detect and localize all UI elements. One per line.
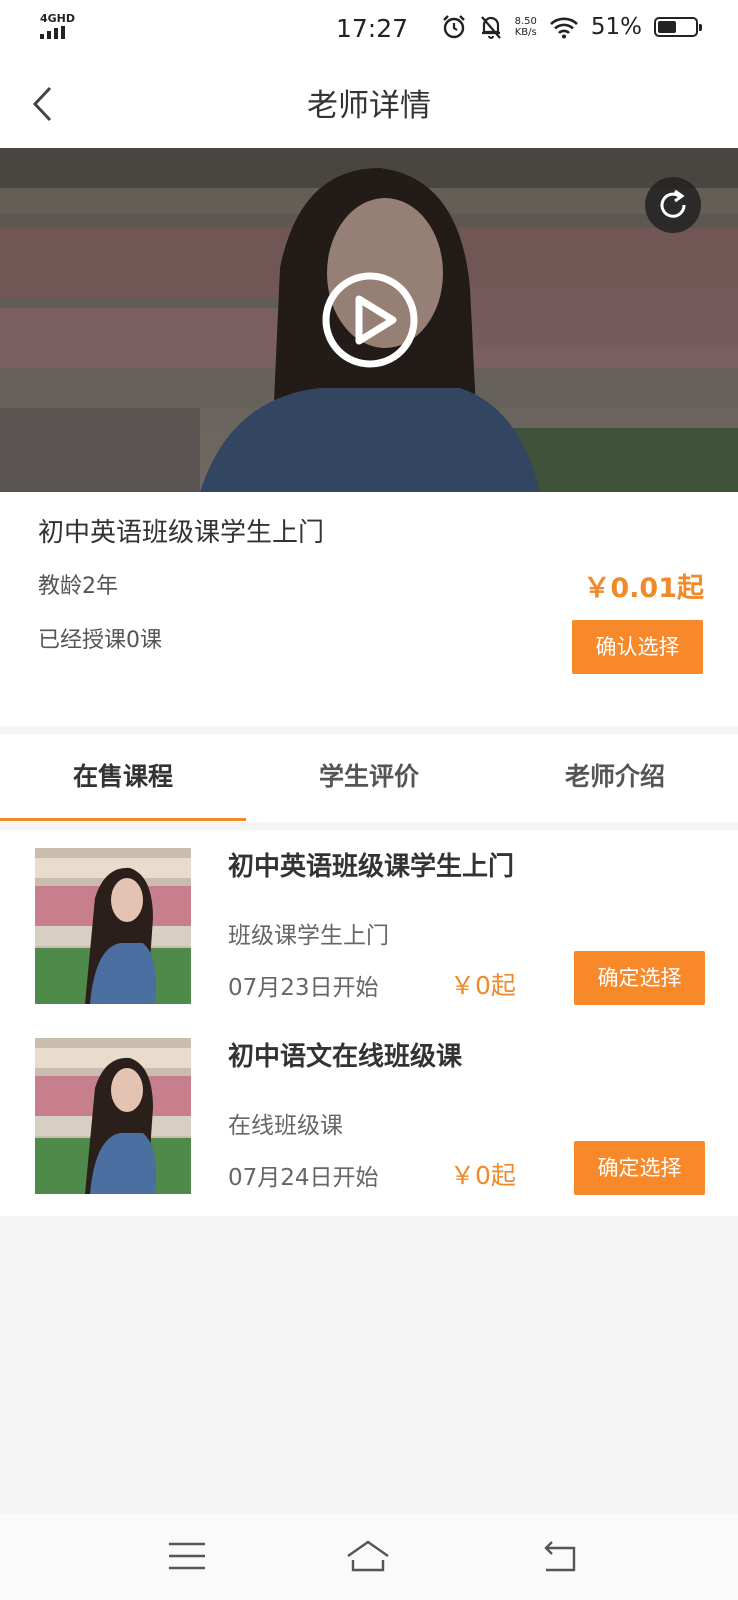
confirm-button[interactable]: 确认选择 — [572, 620, 703, 674]
tab-active-indicator — [0, 818, 246, 821]
price: ￥0.01起 — [583, 573, 704, 604]
list-item[interactable]: 初中语文在线班级课 在线班级课 07月24日开始 ￥0起 确定选择 — [0, 1020, 738, 1210]
teaching-years: 教龄2年 — [38, 574, 118, 599]
course-title: 初中英语班级课学生上门 — [228, 852, 515, 882]
status-icons: 8.50 KB/s 51% — [441, 14, 702, 40]
status-bar: 4GHD 17:27 8.50 KB/s 51% — [0, 0, 738, 58]
tab-on-sale-courses[interactable]: 在售课程 — [0, 734, 246, 822]
menu-icon[interactable] — [165, 1536, 209, 1576]
battery-level — [658, 21, 676, 33]
network-speed: 8.50 KB/s — [515, 16, 537, 38]
alarm-icon — [442, 15, 465, 39]
video-player[interactable] — [0, 148, 738, 492]
clock: 17:27 — [336, 14, 409, 43]
tab-student-reviews[interactable]: 学生评价 — [246, 734, 492, 822]
mute-bell-icon — [480, 16, 501, 39]
course-thumbnail — [35, 848, 191, 1004]
home-icon[interactable] — [346, 1536, 390, 1576]
speed-unit: KB/s — [514, 27, 537, 38]
course-list: 初中英语班级课学生上门 班级课学生上门 07月23日开始 ￥0起 确定选择 初中… — [0, 830, 738, 1216]
tab-teacher-intro[interactable]: 老师介绍 — [492, 734, 738, 822]
taught-count: 已经授课0课 — [38, 628, 162, 653]
page-title: 老师详情 — [307, 88, 431, 124]
tab-bar: 在售课程 学生评价 老师介绍 — [0, 734, 738, 822]
wifi-icon — [549, 17, 578, 39]
select-button[interactable]: 确定选择 — [574, 1141, 705, 1195]
battery-icon — [654, 17, 702, 37]
teacher-info-card: 初中英语班级课学生上门 教龄2年 已经授课0课 ￥0.01起 确认选择 — [0, 492, 738, 726]
course-subtitle: 班级课学生上门 — [228, 923, 389, 949]
course-price: ￥0起 — [450, 971, 516, 1000]
course-thumbnail — [35, 1038, 191, 1194]
system-nav-bar — [0, 1514, 738, 1600]
course-start-date: 07月23日开始 — [228, 975, 379, 1001]
nav-header: 老师详情 — [0, 58, 738, 148]
back-icon[interactable] — [540, 1536, 584, 1576]
replay-icon[interactable] — [644, 176, 702, 234]
course-subtitle: 在线班级课 — [228, 1113, 343, 1139]
speed-value: 8.50 — [514, 16, 537, 27]
course-price: ￥0起 — [450, 1161, 516, 1190]
select-button[interactable]: 确定选择 — [574, 951, 705, 1005]
course-title: 初中英语班级课学生上门 — [38, 518, 325, 548]
course-start-date: 07月24日开始 — [228, 1165, 379, 1191]
course-title: 初中语文在线班级课 — [228, 1042, 463, 1072]
play-circle-icon[interactable] — [321, 271, 419, 369]
signal-icon — [40, 26, 65, 39]
battery-percent: 51% — [590, 14, 642, 40]
network-type: 4GHD — [40, 12, 76, 25]
list-item[interactable]: 初中英语班级课学生上门 班级课学生上门 07月23日开始 ￥0起 确定选择 — [0, 830, 738, 1020]
